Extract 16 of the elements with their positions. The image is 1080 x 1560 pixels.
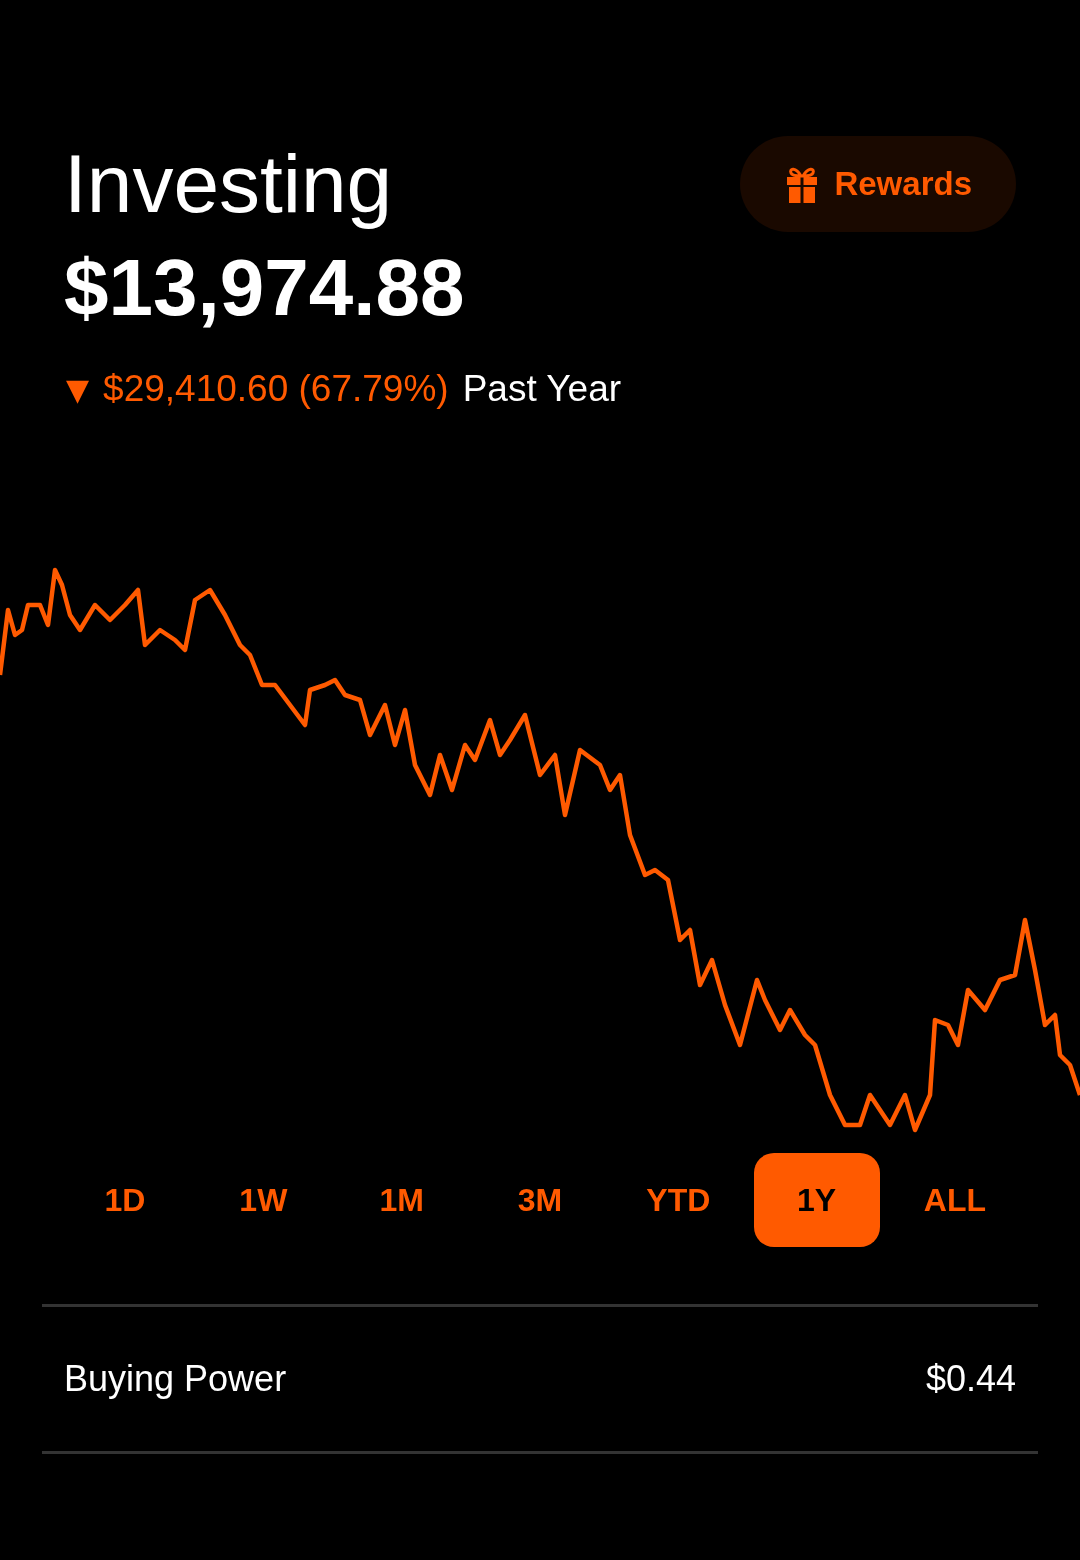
range-tab[interactable]: 1M — [338, 1153, 465, 1247]
page-title: Investing — [64, 137, 394, 231]
rewards-button[interactable]: Rewards — [740, 136, 1016, 232]
change-amount: $29,410.60 (67.79%) — [103, 368, 449, 410]
gift-icon — [786, 165, 819, 203]
change-period: Past Year — [462, 368, 622, 410]
range-tab[interactable]: 3M — [477, 1153, 603, 1247]
range-tab[interactable]: YTD — [615, 1153, 742, 1247]
range-tab[interactable]: ALL — [891, 1153, 1018, 1247]
buying-power-label: Buying Power — [64, 1358, 287, 1400]
range-tab[interactable]: 1W — [200, 1153, 327, 1247]
range-tab[interactable]: 1Y — [753, 1153, 880, 1247]
range-tab[interactable]: 1D — [62, 1153, 188, 1247]
change-arrow: ▼ — [66, 371, 90, 407]
portfolio-value: $13,974.88 — [64, 242, 465, 334]
buying-power-value: $0.44 — [925, 1358, 1016, 1400]
